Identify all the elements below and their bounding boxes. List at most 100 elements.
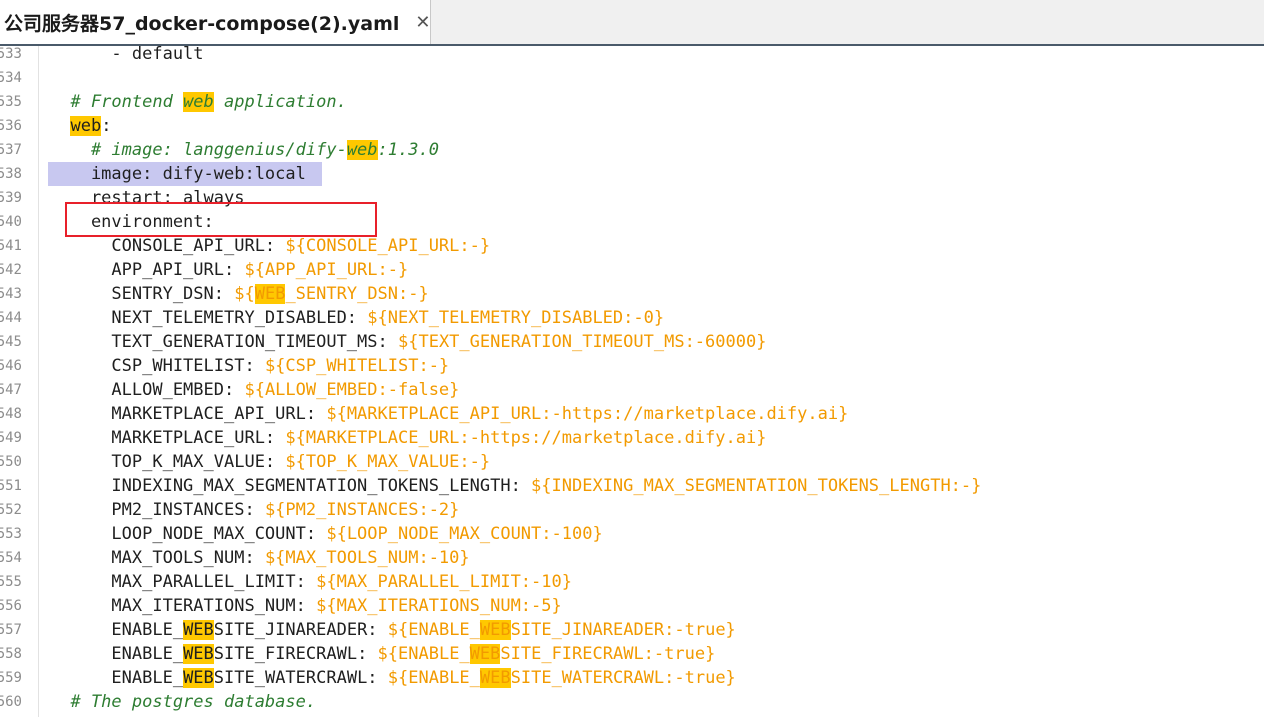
code-line[interactable]: 535 # Frontend web application. — [0, 90, 1264, 114]
code-token: ${ENABLE_ — [377, 644, 470, 664]
code-text: # image: langgenius/dify-web:1.3.0 — [50, 138, 439, 162]
code-line[interactable]: 553 LOOP_NODE_MAX_COUNT: ${LOOP_NODE_MAX… — [0, 522, 1264, 546]
line-number: 557 — [0, 622, 22, 638]
line-number: 540 — [0, 214, 22, 230]
code-text: NEXT_TELEMETRY_DISABLED: ${NEXT_TELEMETR… — [50, 306, 664, 330]
line-number: 556 — [0, 598, 22, 614]
code-line[interactable]: 546 CSP_WHITELIST: ${CSP_WHITELIST:-} — [0, 354, 1264, 378]
code-token: SITE_WATERCRAWL:-true} — [510, 668, 736, 688]
code-line[interactable]: 545 TEXT_GENERATION_TIMEOUT_MS: ${TEXT_G… — [0, 330, 1264, 354]
close-icon[interactable]: ✕ — [415, 12, 430, 33]
code-token: ALLOW_EMBED: — [50, 380, 245, 400]
code-token: TEXT_GENERATION_TIMEOUT_MS: — [50, 332, 398, 352]
code-token: MAX_TOOLS_NUM: — [50, 548, 265, 568]
code-text: MAX_ITERATIONS_NUM: ${MAX_ITERATIONS_NUM… — [50, 594, 561, 618]
code-token: CSP_WHITELIST: — [50, 356, 265, 376]
code-token: APP_API_URL: — [50, 260, 245, 280]
code-token: SITE_JINAREADER: — [213, 620, 388, 640]
code-editor[interactable]: 533 - default 534 535 # Frontend web appli… — [0, 44, 1264, 717]
code-token: CONSOLE_API_URL: — [50, 236, 286, 256]
code-text: CSP_WHITELIST: ${CSP_WHITELIST:-} — [50, 354, 449, 378]
code-line[interactable]: 541 CONSOLE_API_URL: ${CONSOLE_API_URL:-… — [0, 234, 1264, 258]
line-number: 550 — [0, 454, 22, 470]
code-token: WEB — [479, 668, 511, 688]
code-line[interactable]: 543 SENTRY_DSN: ${WEB_SENTRY_DSN:-} — [0, 282, 1264, 306]
code-token: ${LOOP_NODE_MAX_COUNT:-100} — [326, 524, 603, 544]
code-token: ${INDEXING_MAX_SEGMENTATION_TOKENS_LENGT… — [531, 476, 982, 496]
code-token: PM2_INSTANCES: — [50, 500, 265, 520]
code-token: SITE_FIRECRAWL:-true} — [500, 644, 716, 664]
code-token: WEB — [183, 644, 214, 664]
code-line[interactable]: 550 TOP_K_MAX_VALUE: ${TOP_K_MAX_VALUE:-… — [0, 450, 1264, 474]
code-text: TEXT_GENERATION_TIMEOUT_MS: ${TEXT_GENER… — [50, 330, 766, 354]
code-line[interactable]: 552 PM2_INSTANCES: ${PM2_INSTANCES:-2} — [0, 498, 1264, 522]
code-line[interactable]: 560 # The postgres database. — [0, 690, 1264, 714]
code-line[interactable]: 551 INDEXING_MAX_SEGMENTATION_TOKENS_LEN… — [0, 474, 1264, 498]
code-token: WEB — [183, 668, 214, 688]
code-token: ${CONSOLE_API_URL:-} — [285, 236, 491, 256]
code-text: ENABLE_WEBSITE_JINAREADER: ${ENABLE_WEBS… — [50, 618, 736, 642]
annotation-highlight-box — [65, 202, 377, 237]
code-line[interactable]: 548 MARKETPLACE_API_URL: ${MARKETPLACE_A… — [0, 402, 1264, 426]
current-code-line[interactable]: 538 image: dify-web:local — [0, 162, 1264, 186]
code-token: ${NEXT_TELEMETRY_DISABLED:-0} — [367, 308, 665, 328]
code-token: ENABLE_ — [50, 620, 184, 640]
code-token: application. — [213, 92, 347, 112]
code-token: ${PM2_INSTANCES:-2} — [264, 500, 460, 520]
code-token: WEB — [254, 284, 286, 304]
line-number: 535 — [0, 94, 22, 110]
code-text: MARKETPLACE_URL: ${MARKETPLACE_URL:-http… — [50, 426, 766, 450]
code-line[interactable]: 534 — [0, 66, 1264, 90]
code-line[interactable]: 542 APP_API_URL: ${APP_API_URL:-} — [0, 258, 1264, 282]
code-token: ${MAX_TOOLS_NUM:-10} — [264, 548, 470, 568]
code-line[interactable]: 556 MAX_ITERATIONS_NUM: ${MAX_ITERATIONS… — [0, 594, 1264, 618]
code-line[interactable]: 549 MARKETPLACE_URL: ${MARKETPLACE_URL:-… — [0, 426, 1264, 450]
line-number: 547 — [0, 382, 22, 398]
code-token: WEB — [183, 620, 214, 640]
line-number: 560 — [0, 694, 22, 710]
code-text: APP_API_URL: ${APP_API_URL:-} — [50, 258, 408, 282]
code-line[interactable]: 559 ENABLE_WEBSITE_WATERCRAWL: ${ENABLE_… — [0, 666, 1264, 690]
code-line[interactable]: 537 # image: langgenius/dify-web:1.3.0 — [0, 138, 1264, 162]
code-token: ${APP_API_URL:-} — [244, 260, 409, 280]
code-text: ENABLE_WEBSITE_WATERCRAWL: ${ENABLE_WEBS… — [50, 666, 736, 690]
code-token: TOP_K_MAX_VALUE: — [50, 452, 286, 472]
line-number: 545 — [0, 334, 22, 350]
code-token: ENABLE_ — [50, 644, 184, 664]
code-line[interactable]: 554 MAX_TOOLS_NUM: ${MAX_TOOLS_NUM:-10} — [0, 546, 1264, 570]
code-token: web — [70, 116, 102, 136]
code-token: # Frontend — [50, 92, 184, 112]
code-token: ${TOP_K_MAX_VALUE:-} — [285, 452, 491, 472]
line-number: 536 — [0, 118, 22, 134]
tab-title: 公司服务器57_docker-compose(2).yaml — [4, 12, 400, 35]
code-text: SENTRY_DSN: ${WEB_SENTRY_DSN:-} — [50, 282, 429, 306]
code-line[interactable]: 557 ENABLE_WEBSITE_JINAREADER: ${ENABLE_… — [0, 618, 1264, 642]
code-token: ENABLE_ — [50, 668, 184, 688]
code-text: CONSOLE_API_URL: ${CONSOLE_API_URL:-} — [50, 234, 490, 258]
code-token: MARKETPLACE_API_URL: — [50, 404, 327, 424]
code-token: SITE_FIRECRAWL: — [213, 644, 378, 664]
code-token: web — [346, 140, 378, 160]
code-line[interactable]: 547 ALLOW_EMBED: ${ALLOW_EMBED:-false} — [0, 378, 1264, 402]
code-token: WEB — [479, 620, 511, 640]
code-text: ENABLE_WEBSITE_FIRECRAWL: ${ENABLE_WEBSI… — [50, 642, 715, 666]
code-text: MAX_TOOLS_NUM: ${MAX_TOOLS_NUM:-10} — [50, 546, 470, 570]
code-text: - default — [50, 42, 204, 66]
code-token: NEXT_TELEMETRY_DISABLED: — [50, 308, 368, 328]
code-line[interactable]: 555 MAX_PARALLEL_LIMIT: ${MAX_PARALLEL_L… — [0, 570, 1264, 594]
code-text: LOOP_NODE_MAX_COUNT: ${LOOP_NODE_MAX_COU… — [50, 522, 603, 546]
code-token: - default — [50, 44, 204, 64]
tab-bar: 公司服务器57_docker-compose(2).yaml ✕ — [0, 0, 1264, 46]
code-line[interactable]: 536 web: — [0, 114, 1264, 138]
code-token: web — [183, 92, 214, 112]
code-line[interactable]: 544 NEXT_TELEMETRY_DISABLED: ${NEXT_TELE… — [0, 306, 1264, 330]
line-number: 534 — [0, 70, 22, 86]
line-number: 552 — [0, 502, 22, 518]
code-line[interactable]: 558 ENABLE_WEBSITE_FIRECRAWL: ${ENABLE_W… — [0, 642, 1264, 666]
line-number: 542 — [0, 262, 22, 278]
line-number: 538 — [0, 166, 22, 182]
code-token: LOOP_NODE_MAX_COUNT: — [50, 524, 327, 544]
code-line[interactable]: 533 - default — [0, 42, 1264, 66]
file-tab[interactable]: 公司服务器57_docker-compose(2).yaml ✕ — [0, 0, 431, 44]
